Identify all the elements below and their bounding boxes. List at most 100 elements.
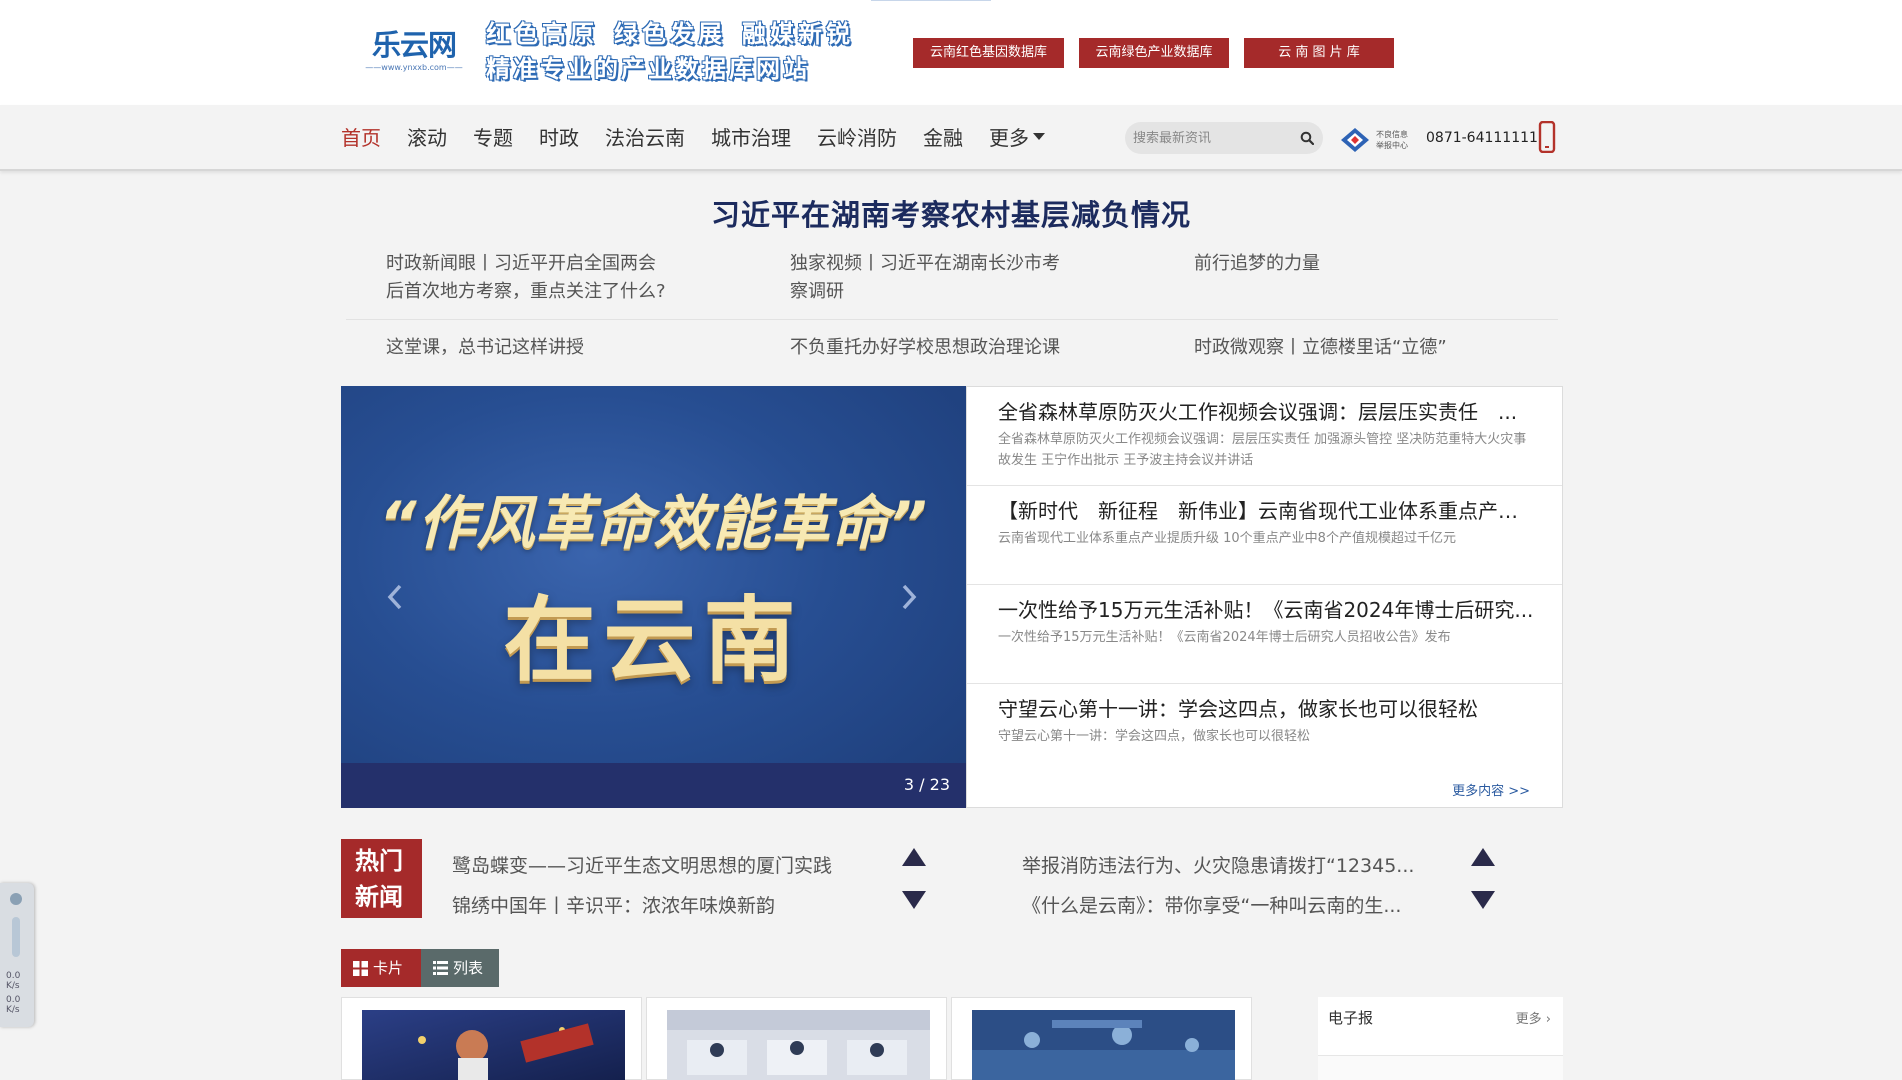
news-summary: 云南省现代工业体系重点产业提质升级 10个重点产业中8个产值规模超过千亿元 <box>998 531 1456 546</box>
carousel-slide-text-line-1: “作风革命效能革命” <box>379 489 928 557</box>
chevron-right-icon[interactable] <box>899 582 919 612</box>
grid-icon <box>353 960 368 976</box>
top-header: 乐云网 ——www.ynxxb.com—— 红色高原 绿色发展 融媒新锐 精准专业的… <box>0 0 1902 105</box>
tab-list-view[interactable]: 列表 <box>421 949 499 987</box>
download-speed-unit: K/s <box>6 1005 20 1015</box>
image-carousel[interactable]: “作风革命效能革命” 在云南 3 / 23 <box>341 386 966 808</box>
news-card-image[interactable] <box>362 1010 625 1080</box>
chevron-left-icon[interactable] <box>385 582 405 612</box>
upload-speed-value: 0.0 <box>6 971 21 981</box>
hot-news-link[interactable]: 锦绣中国年丨辛识平：浓浓年味焕新韵 <box>452 886 832 926</box>
e-newspaper-thumbnail[interactable] <box>1318 1055 1563 1080</box>
scroll-down-icon[interactable] <box>902 891 926 909</box>
e-newspaper-panel: 电子报 更多 › <box>1318 997 1563 1080</box>
status-dot-icon <box>10 893 22 905</box>
news-summary: 守望云心第十一讲：学会这四点，做家长也可以很轻松 <box>998 729 1311 744</box>
report-phone-number: 0871-64111111 <box>1426 130 1538 146</box>
headline-sub-link[interactable]: 这堂课，总书记这样讲授 <box>346 334 750 362</box>
red-gene-database-button[interactable]: 云南红色基因数据库 <box>913 38 1064 68</box>
nav-item-rule-of-law[interactable]: 法治云南 <box>605 125 685 151</box>
carousel-caption-bar: 3 / 23 <box>341 763 966 808</box>
headline-title[interactable]: 习近平在湖南考察农村基层减负情况 <box>0 192 1902 234</box>
tab-list-label: 列表 <box>453 959 484 977</box>
hot-label-line: 新闻 <box>355 883 403 911</box>
headline-sub-link[interactable]: 不负重托办好学校思想政治理论课 <box>750 334 1154 362</box>
nav-item-more[interactable]: 更多 <box>989 125 1045 151</box>
hot-news-link[interactable]: 《什么是云南》：带你享受“一种叫云南的生... <box>1022 886 1414 926</box>
news-card-image[interactable] <box>972 1010 1235 1080</box>
upload-speed-unit: K/s <box>6 981 20 991</box>
download-speed: 0.0 K/s <box>6 995 20 1015</box>
headline-subs-row-2: 这堂课，总书记这样讲授 不负重托办好学校思想政治理论课 时政微观察丨立德楼里话“… <box>346 334 1558 362</box>
nav-more-label: 更多 <box>989 126 1029 150</box>
upload-speed: 0.0 K/s <box>6 971 20 991</box>
scroll-up-icon[interactable] <box>1471 848 1495 866</box>
news-summary: 全省森林草原防灭火工作视频会议强调：层层压实责任 加强源头管控 坚决防范重特大火… <box>998 432 1527 468</box>
slogan-phrase: 绿色发展 <box>614 20 726 48</box>
hot-news-label: 热门 新闻 <box>341 839 422 918</box>
thermometer-icon <box>12 917 20 957</box>
news-title[interactable]: 全省森林草原防灭火工作视频会议强调：层层压实责任 ... <box>998 399 1534 425</box>
hot-news-link[interactable]: 举报消防违法行为、火灾隐患请拨打“12345... <box>1022 846 1414 886</box>
nav-item-finance[interactable]: 金融 <box>923 125 963 151</box>
nav-item-home[interactable]: 首页 <box>341 125 381 151</box>
news-title[interactable]: 一次性给予15万元生活补贴！《云南省2024年博士后研究... <box>998 597 1534 623</box>
headline-sub-link[interactable]: 前行追梦的力量 <box>1154 250 1558 320</box>
divider <box>346 319 1558 320</box>
download-speed-value: 0.0 <box>6 995 21 1005</box>
caret-down-icon <box>1033 133 1045 140</box>
headline-sub-link[interactable]: 时政微观察丨立德楼里话“立德” <box>1154 334 1558 362</box>
slogan-phrase: 融媒新锐 <box>742 20 854 48</box>
nav-item-city-governance[interactable]: 城市治理 <box>711 125 791 151</box>
hot-news-list-left: 鹭岛蝶变——习近平生态文明思想的厦门实践 锦绣中国年丨辛识平：浓浓年味焕新韵 <box>452 846 832 926</box>
view-toggle: 卡片 列表 <box>341 949 499 987</box>
list-icon <box>433 961 448 975</box>
report-label-line: 不良信息 <box>1376 130 1408 139</box>
headline-sub-link[interactable]: 时政新闻眼丨习近平开启全国两会后首次地方考察，重点关注了什么? <box>346 250 750 320</box>
main-nav-bar: 首页 滚动 专题 时政 法治云南 城市治理 云岭消防 金融 更多 不良信息举报中… <box>0 105 1902 171</box>
slogan-phrase: 红色高原 <box>486 20 598 48</box>
carousel-slide-text-line-2: 在云南 <box>503 587 804 694</box>
carousel-counter: 3 / 23 <box>903 775 950 794</box>
headline-subs-row-1: 时政新闻眼丨习近平开启全国两会后首次地方考察，重点关注了什么? 独家视频丨习近平… <box>346 250 1558 320</box>
news-card[interactable] <box>951 997 1252 1080</box>
nav-item-topics[interactable]: 专题 <box>473 125 513 151</box>
news-title[interactable]: 守望云心第十一讲：学会这四点，做家长也可以很轻松 <box>998 696 1534 722</box>
search-icon[interactable] <box>1300 131 1314 145</box>
headline-sub-link[interactable]: 独家视频丨习近平在湖南长沙市考察调研 <box>750 250 1154 320</box>
more-content-link[interactable]: 更多内容 >> <box>1452 780 1530 799</box>
picture-library-button[interactable]: 云 南 图 片 库 <box>1244 38 1394 68</box>
scroll-up-icon[interactable] <box>902 848 926 866</box>
news-card[interactable] <box>646 997 947 1080</box>
list-item[interactable]: 守望云心第十一讲：学会这四点，做家长也可以很轻松 守望云心第十一讲：学会这四点，… <box>967 684 1562 783</box>
main-nav: 首页 滚动 专题 时政 法治云南 城市治理 云岭消防 金融 更多 <box>341 125 1071 151</box>
mobile-phone-icon[interactable] <box>1538 121 1556 153</box>
list-item[interactable]: 一次性给予15万元生活补贴！《云南省2024年博士后研究... 一次性给予15万… <box>967 585 1562 684</box>
list-item[interactable]: 全省森林草原防灭火工作视频会议强调：层层压实责任 ... 全省森林草原防灭火工作… <box>967 387 1562 486</box>
news-card[interactable] <box>341 997 642 1080</box>
nav-item-politics[interactable]: 时政 <box>539 125 579 151</box>
slogan-line-2: 精准专业的产业数据库网站 <box>486 50 870 88</box>
logo-text: 乐云网 <box>371 28 457 62</box>
logo-url: ——www.ynxxb.com—— <box>365 63 463 72</box>
network-speed-widget[interactable]: 0.0 K/s 0.0 K/s <box>0 883 34 1027</box>
list-item[interactable]: 【新时代 新征程 新伟业】云南省现代工业体系重点产业... 云南省现代工业体系重… <box>967 486 1562 585</box>
search-box <box>1125 122 1323 154</box>
report-label-line: 举报中心 <box>1376 141 1408 150</box>
search-input[interactable] <box>1133 128 1293 148</box>
nav-item-fire-protection[interactable]: 云岭消防 <box>817 125 897 151</box>
report-center[interactable]: 不良信息举报中心 0871-64111111 <box>1340 123 1538 157</box>
news-card-image[interactable] <box>667 1010 930 1080</box>
site-logo[interactable]: 乐云网 ——www.ynxxb.com—— <box>364 28 464 76</box>
tab-card-view[interactable]: 卡片 <box>341 949 421 987</box>
nav-item-rolling[interactable]: 滚动 <box>407 125 447 151</box>
scroll-down-icon[interactable] <box>1471 891 1495 909</box>
news-title[interactable]: 【新时代 新征程 新伟业】云南省现代工业体系重点产业... <box>998 498 1534 524</box>
report-center-logo-icon <box>1341 128 1369 152</box>
green-industry-database-button[interactable]: 云南绿色产业数据库 <box>1079 38 1229 68</box>
e-newspaper-more-link[interactable]: 更多 › <box>1516 1008 1551 1027</box>
hot-news-link[interactable]: 鹭岛蝶变——习近平生态文明思想的厦门实践 <box>452 846 832 886</box>
news-summary: 一次性给予15万元生活补贴！《云南省2024年博士后研究人员招收公告》发布 <box>998 630 1451 645</box>
chevron-right-icon: › <box>1545 1012 1551 1027</box>
slogan-phrase: 精准专业的产业数据库网站 <box>486 55 810 83</box>
